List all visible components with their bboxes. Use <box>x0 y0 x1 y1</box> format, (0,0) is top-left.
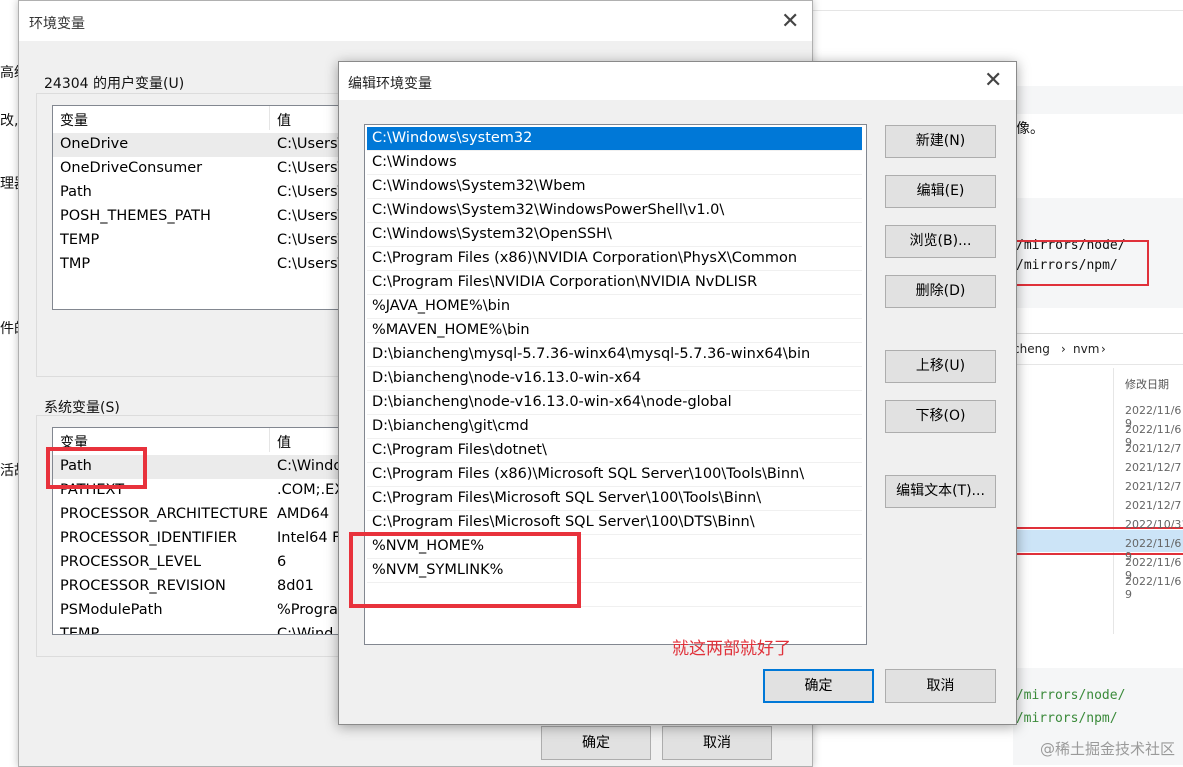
user-vars-header: 变量 值 <box>53 106 347 130</box>
chevron-right-icon: › <box>1061 342 1066 356</box>
close-icon[interactable]: ✕ <box>781 11 799 33</box>
system-vars-label: 系统变量(S) <box>44 400 120 416</box>
edit-ok-button[interactable]: 确定 <box>763 669 874 703</box>
file-explorer: cheng › nvm › 修改日期 2022/11/6 9 2022/11/6… <box>1013 333 1183 634</box>
close-icon[interactable]: ✕ <box>984 70 1002 92</box>
new-button[interactable]: 新建(N) <box>885 125 996 158</box>
bg-text-line: 像。 <box>1016 121 1044 137</box>
user-vars-list[interactable]: 变量 值 OneDrive C:\Users\ OneDriveConsumer… <box>52 105 348 310</box>
path-entry[interactable]: C:\Program Files\dotnet\ <box>367 439 862 463</box>
path-entry[interactable]: D:\biancheng\mysql-5.7.36-winx64\mysql-5… <box>367 343 862 367</box>
edit-cancel-button[interactable]: 取消 <box>885 669 996 703</box>
edit-dialog-titlebar[interactable]: 编辑环境变量 ✕ <box>339 62 1016 100</box>
file-date: 2022/10/31 <box>1125 518 1183 531</box>
path-entry[interactable]: D:\biancheng\git\cmd <box>367 415 862 439</box>
edit-dialog-title: 编辑环境变量 <box>348 76 432 92</box>
env-window-titlebar[interactable]: 环境变量 ✕ <box>19 1 812 41</box>
system-var-row[interactable]: PROCESSOR_LEVEL 6 <box>53 551 347 575</box>
chevron-right-icon: › <box>1101 342 1106 356</box>
edit-button[interactable]: 编辑(E) <box>885 175 996 208</box>
path-entry[interactable]: C:\Windows\System32\OpenSSH\ <box>367 223 862 247</box>
system-var-row[interactable]: TEMP C:\Wind <box>53 623 347 634</box>
file-date: 2022/11/6 9 <box>1125 575 1182 601</box>
column-header-name[interactable]: 变量 <box>60 110 88 130</box>
column-header-value[interactable]: 值 <box>277 110 291 130</box>
breadcrumb-part[interactable]: cheng <box>1013 342 1050 356</box>
breadcrumb-part[interactable]: nvm <box>1073 342 1099 356</box>
user-var-row[interactable]: POSH_THEMES_PATH C:\Users\ <box>53 205 347 229</box>
path-entry[interactable]: D:\biancheng\node-v16.13.0-win-x64 <box>367 367 862 391</box>
column-header-value[interactable]: 值 <box>277 432 291 452</box>
delete-button[interactable]: 删除(D) <box>885 275 996 308</box>
explorer-breadcrumb: cheng › nvm › <box>1013 334 1183 365</box>
path-entry[interactable]: C:\Program Files\Microsoft SQL Server\10… <box>367 487 862 511</box>
nvm-highlight-box <box>349 532 581 608</box>
path-entry[interactable]: C:\Windows\System32\Wbem <box>367 175 862 199</box>
column-header-date[interactable]: 修改日期 <box>1125 376 1169 392</box>
path-entry[interactable]: D:\biancheng\node-v16.13.0-win-x64\node-… <box>367 391 862 415</box>
path-entry[interactable]: C:\Program Files\NVIDIA Corporation\NVID… <box>367 271 862 295</box>
edit-env-var-dialog: 编辑环境变量 ✕ C:\Windows\system32 C:\Windows … <box>338 61 1017 725</box>
system-var-row[interactable]: PROCESSOR_REVISION 8d01 <box>53 575 347 599</box>
user-var-row[interactable]: TMP C:\Users\ <box>53 253 347 277</box>
env-ok-button[interactable]: 确定 <box>541 726 651 760</box>
watermark: @稀土掘金技术社区 <box>1039 740 1175 758</box>
move-up-button[interactable]: 上移(U) <box>885 350 996 383</box>
file-date: 2021/12/7 <box>1125 461 1182 474</box>
bg-bottom-npm: g/mirrors/npm/ <box>1008 711 1118 726</box>
file-date: 2021/12/7 <box>1125 442 1182 455</box>
user-var-row[interactable]: TEMP C:\Users\ <box>53 229 347 253</box>
cutoff-text: 改, <box>0 113 19 129</box>
path-entry[interactable]: C:\Windows\System32\WindowsPowerShell\v1… <box>367 199 862 223</box>
system-var-row[interactable]: PSModulePath %Progra <box>53 599 347 623</box>
annotation-text: 就这两部就好了 <box>672 639 791 659</box>
edit-text-button[interactable]: 编辑文本(T)... <box>885 475 996 508</box>
browse-button[interactable]: 浏览(B)... <box>885 225 996 258</box>
move-down-button[interactable]: 下移(O) <box>885 400 996 433</box>
user-var-row[interactable]: Path C:\Users\ <box>53 181 347 205</box>
system-var-row[interactable]: PROCESSOR_IDENTIFIER Intel64 F <box>53 527 347 551</box>
path-entry[interactable]: C:\Program Files (x86)\Microsoft SQL Ser… <box>367 463 862 487</box>
path-entry[interactable]: %MAVEN_HOME%\bin <box>367 319 862 343</box>
bg-highlight-box <box>1013 240 1149 286</box>
env-cancel-button[interactable]: 取消 <box>662 726 772 760</box>
path-entry[interactable]: C:\Windows\system32 <box>367 127 862 151</box>
path-entry[interactable]: C:\Windows <box>367 151 862 175</box>
file-date: 2021/12/7 <box>1125 499 1182 512</box>
path-entry[interactable]: %JAVA_HOME%\bin <box>367 295 862 319</box>
path-highlight-box <box>46 447 147 489</box>
bg-bottom-node: g/mirrors/node/ <box>1008 688 1126 703</box>
user-vars-label: 24304 的用户变量(U) <box>44 76 185 92</box>
system-var-row[interactable]: PROCESSOR_ARCHITECTURE AMD64 <box>53 503 347 527</box>
env-window-title: 环境变量 <box>29 16 85 32</box>
path-entry[interactable]: C:\Program Files (x86)\NVIDIA Corporatio… <box>367 247 862 271</box>
file-date: 2021/12/7 <box>1125 480 1182 493</box>
user-var-row[interactable]: OneDriveConsumer C:\Users\ <box>53 157 347 181</box>
user-var-row[interactable]: OneDrive C:\Users\ <box>53 133 347 157</box>
